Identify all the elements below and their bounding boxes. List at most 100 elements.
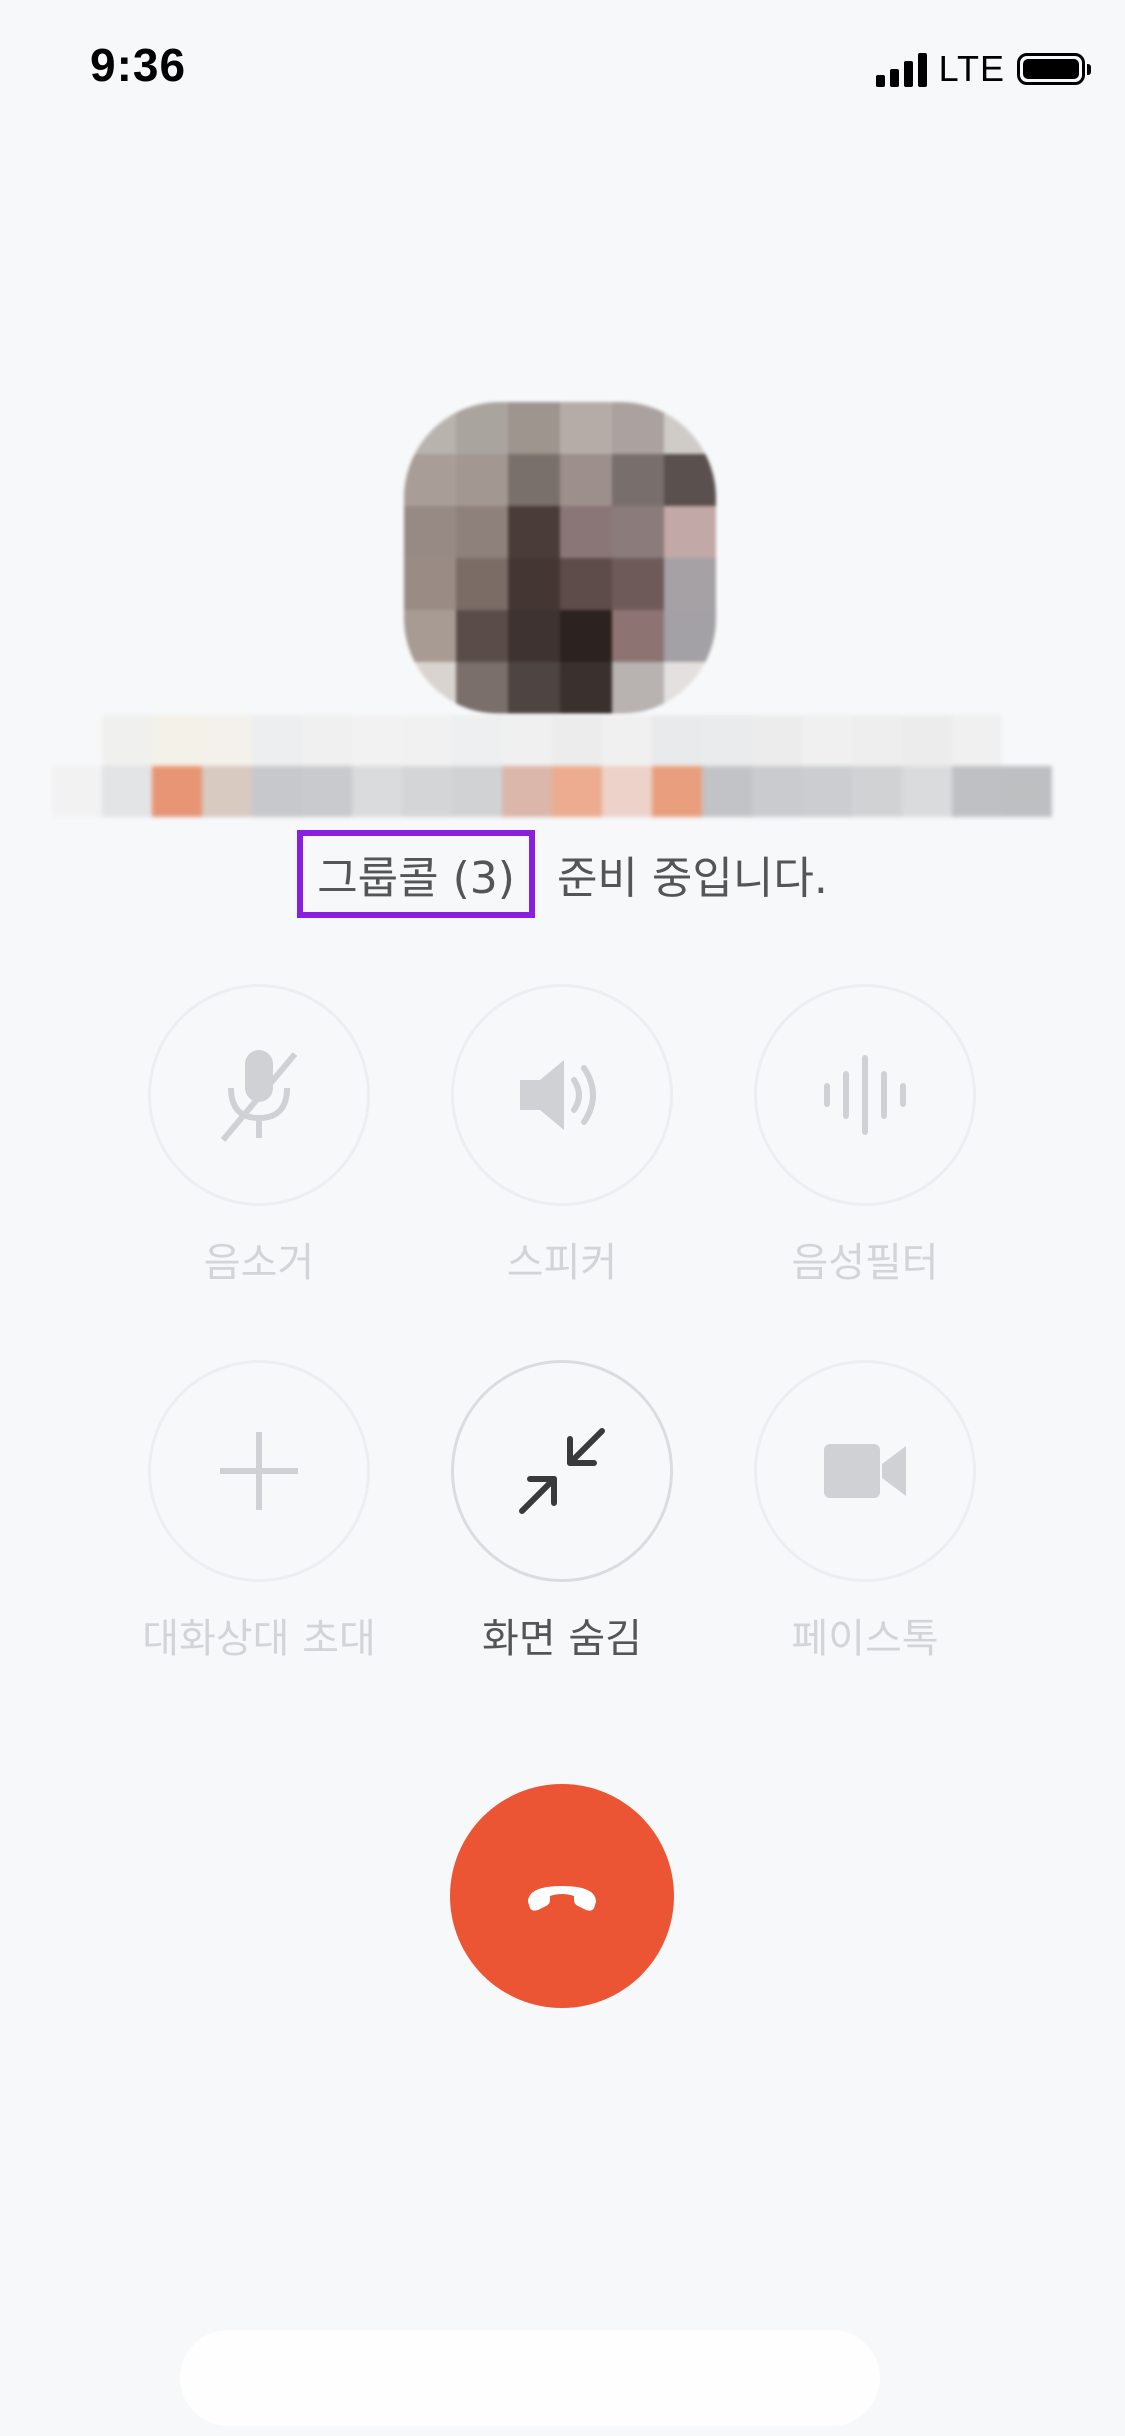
name-pixel bbox=[152, 766, 202, 817]
name-pixel bbox=[52, 766, 102, 817]
speaker-button[interactable]: 스피커 bbox=[412, 984, 712, 1288]
name-pixel bbox=[352, 715, 402, 766]
invite-label: 대화상대 초대 bbox=[142, 1616, 376, 1662]
group-call-label: 그룹콜 (3) bbox=[297, 830, 535, 918]
invite-button[interactable]: 대화상대 초대 bbox=[109, 1360, 409, 1664]
name-pixel bbox=[752, 766, 802, 817]
name-pixel bbox=[252, 715, 302, 766]
avatar-pixel bbox=[612, 558, 664, 610]
name-pixel bbox=[852, 766, 902, 817]
battery-icon bbox=[1017, 53, 1091, 85]
avatar-pixel bbox=[508, 454, 560, 506]
minimize-icon bbox=[519, 1428, 605, 1514]
caller-name-redacted bbox=[52, 715, 1052, 817]
home-indicator bbox=[180, 2330, 880, 2426]
status-time: 9:36 bbox=[90, 39, 187, 91]
avatar-pixel bbox=[508, 506, 560, 558]
avatar-pixel bbox=[456, 506, 508, 558]
name-pixel bbox=[452, 715, 502, 766]
voice-filter-button[interactable]: 음성필터 bbox=[715, 984, 1015, 1288]
avatar-pixel bbox=[664, 454, 716, 506]
avatar-pixel bbox=[456, 610, 508, 662]
avatar-pixel bbox=[456, 454, 508, 506]
mute-button[interactable]: 음소거 bbox=[109, 984, 409, 1288]
mic-off-icon bbox=[220, 1050, 298, 1142]
avatar-pixel bbox=[664, 506, 716, 558]
name-pixel bbox=[552, 715, 602, 766]
avatar-pixel bbox=[560, 402, 612, 454]
signal-icon bbox=[875, 51, 927, 87]
name-pixel bbox=[552, 766, 602, 817]
hide-screen-label: 화면 숨김 bbox=[482, 1616, 642, 1662]
avatar-pixel bbox=[612, 506, 664, 558]
hide-screen-button[interactable]: 화면 숨김 bbox=[412, 1360, 712, 1664]
avatar-pixel bbox=[404, 402, 456, 454]
name-pixel bbox=[1002, 715, 1052, 766]
name-pixel bbox=[202, 715, 252, 766]
plus-icon bbox=[220, 1432, 298, 1510]
avatar-pixel bbox=[612, 610, 664, 662]
avatar-pixel bbox=[664, 662, 716, 714]
name-pixel bbox=[652, 766, 702, 817]
name-pixel bbox=[502, 715, 552, 766]
name-pixel bbox=[202, 766, 252, 817]
name-pixel bbox=[352, 766, 402, 817]
avatar-pixel bbox=[404, 610, 456, 662]
avatar-pixel bbox=[560, 610, 612, 662]
avatar-pixel bbox=[612, 454, 664, 506]
facetalk-label: 페이스톡 bbox=[791, 1616, 939, 1662]
facetalk-button[interactable]: 페이스톡 bbox=[715, 1360, 1015, 1664]
name-pixel bbox=[302, 766, 352, 817]
avatar-pixel bbox=[508, 558, 560, 610]
voice-filter-icon bbox=[824, 1055, 906, 1135]
avatar-pixel bbox=[560, 558, 612, 610]
name-pixel bbox=[652, 715, 702, 766]
end-call-button[interactable] bbox=[450, 1784, 674, 2008]
avatar-pixel bbox=[508, 402, 560, 454]
name-pixel bbox=[602, 715, 652, 766]
avatar-pixel bbox=[404, 558, 456, 610]
name-pixel bbox=[852, 715, 902, 766]
network-label: LTE bbox=[938, 48, 1005, 89]
avatar-pixel bbox=[664, 558, 716, 610]
avatar-pixel bbox=[456, 558, 508, 610]
name-pixel bbox=[52, 715, 102, 766]
avatar-pixel bbox=[664, 402, 716, 454]
name-pixel bbox=[1002, 766, 1052, 817]
name-pixel bbox=[102, 715, 152, 766]
call-status-text: 준비 중입니다. bbox=[556, 853, 828, 904]
avatar-pixel bbox=[456, 662, 508, 714]
name-pixel bbox=[602, 766, 652, 817]
avatar-pixel bbox=[664, 610, 716, 662]
name-pixel bbox=[302, 715, 352, 766]
name-pixel bbox=[702, 715, 752, 766]
name-pixel bbox=[402, 766, 452, 817]
name-pixel bbox=[802, 766, 852, 817]
avatar-pixel bbox=[612, 662, 664, 714]
avatar-pixel bbox=[508, 610, 560, 662]
avatar-pixel bbox=[560, 662, 612, 714]
name-pixel bbox=[252, 766, 302, 817]
name-pixel bbox=[952, 715, 1002, 766]
name-pixel bbox=[802, 715, 852, 766]
name-pixel bbox=[452, 766, 502, 817]
hang-up-icon bbox=[528, 1886, 596, 1911]
avatar-pixel bbox=[560, 506, 612, 558]
name-pixel bbox=[702, 766, 752, 817]
speaker-label: 스피커 bbox=[506, 1240, 618, 1286]
name-pixel bbox=[402, 715, 452, 766]
call-status: 그룹콜 (3) 준비 중입니다. bbox=[0, 830, 1125, 918]
avatar-pixel bbox=[560, 454, 612, 506]
caller-avatar bbox=[404, 402, 716, 714]
avatar-pixel bbox=[508, 662, 560, 714]
status-indicators: LTE bbox=[875, 48, 1091, 90]
name-pixel bbox=[902, 766, 952, 817]
avatar-pixel bbox=[456, 402, 508, 454]
call-screen: 9:36 LTE 그룹콜 (3) 준비 중입니다. 음소거 스피커 음성필터 대… bbox=[0, 0, 1125, 2436]
name-pixel bbox=[502, 766, 552, 817]
name-pixel bbox=[902, 715, 952, 766]
mute-label: 음소거 bbox=[203, 1240, 315, 1286]
voice-filter-label: 음성필터 bbox=[791, 1240, 939, 1286]
speaker-icon bbox=[520, 1060, 596, 1130]
name-pixel bbox=[152, 715, 202, 766]
